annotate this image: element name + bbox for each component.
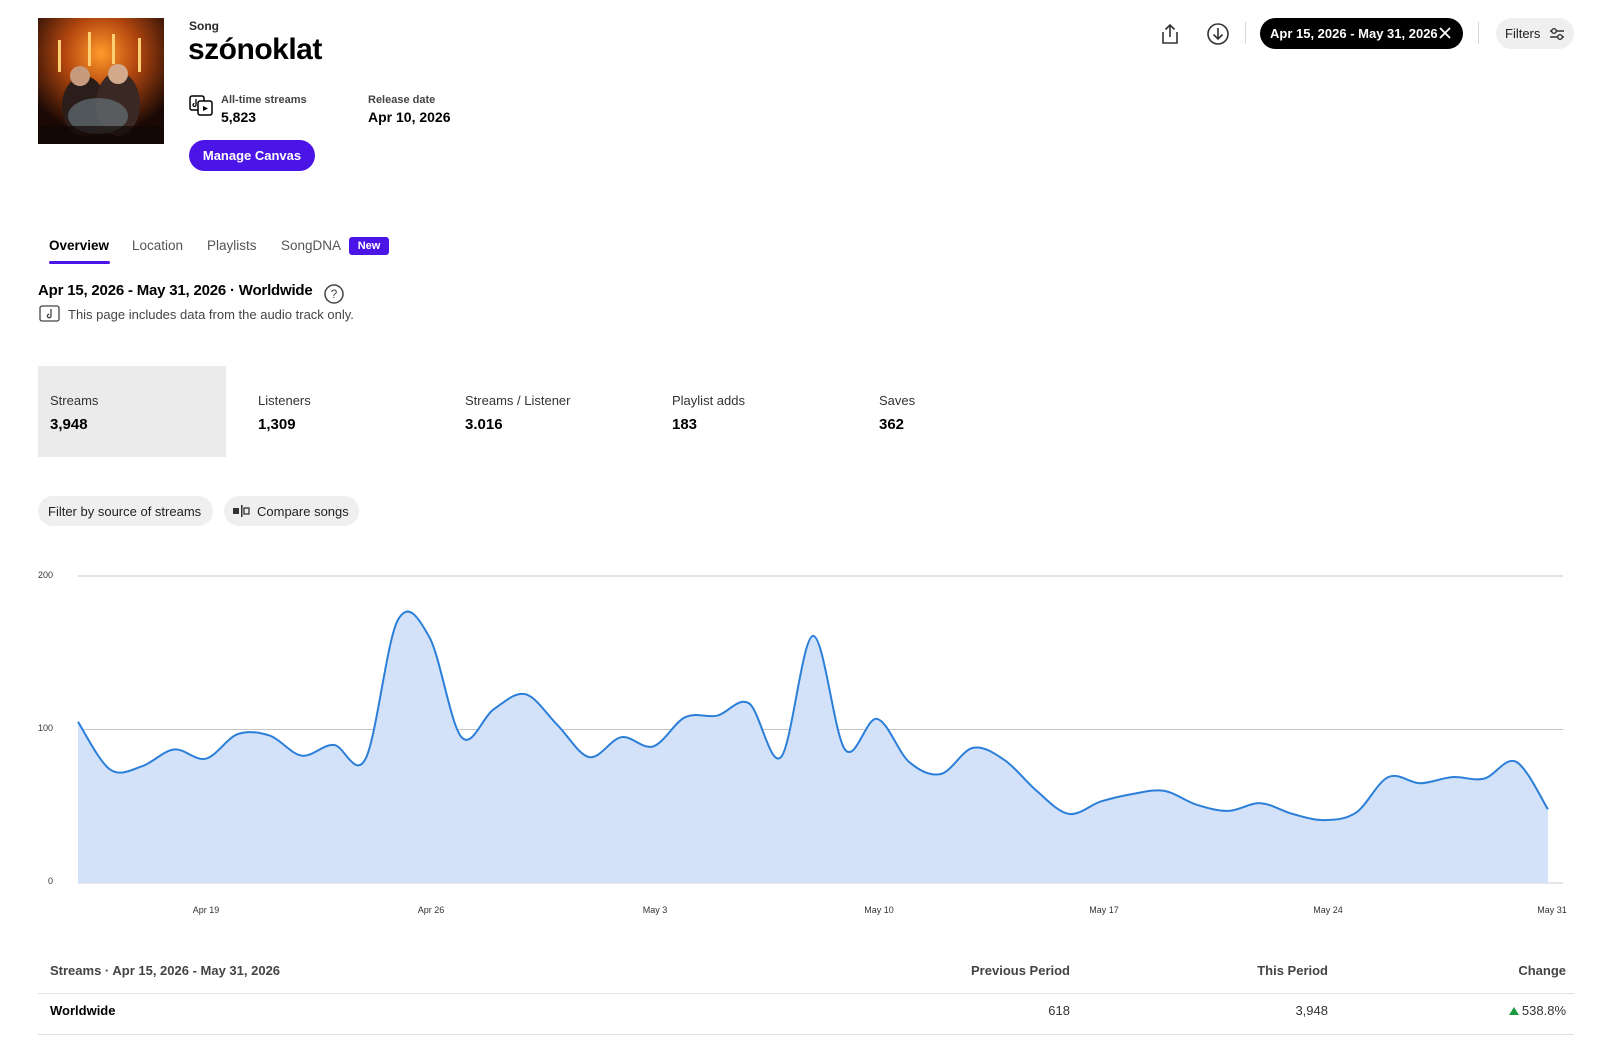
data-point-May 22[interactable] — [1254, 797, 1266, 809]
data-point-Apr 29[interactable] — [519, 688, 531, 700]
data-point-Apr 24[interactable] — [360, 753, 372, 765]
data-point-May 30[interactable] — [1510, 756, 1522, 768]
table-row-this: 3,948 — [1295, 1003, 1328, 1018]
data-point-May 9[interactable] — [839, 744, 851, 756]
data-point-Apr 16[interactable] — [104, 763, 116, 775]
data-point-May 17[interactable] — [1095, 796, 1107, 808]
table-title: Streams · Apr 15, 2026 - May 31, 2026 — [50, 963, 281, 978]
data-point-May 15[interactable] — [1031, 785, 1043, 797]
data-point-May 10[interactable] — [871, 713, 883, 725]
data-point-Apr 21[interactable] — [264, 730, 276, 742]
data-point-Apr 28[interactable] — [487, 704, 499, 716]
data-point-May 11[interactable] — [903, 756, 915, 768]
data-point-Apr 15[interactable] — [72, 716, 84, 728]
data-point-May 13[interactable] — [967, 742, 979, 754]
data-point-May 29[interactable] — [1478, 773, 1490, 785]
data-point-Apr 17[interactable] — [136, 760, 148, 772]
data-point-May 1[interactable] — [583, 751, 595, 763]
data-point-Apr 23[interactable] — [328, 739, 340, 751]
streams-chart — [72, 575, 1563, 884]
table-divider — [38, 1034, 1574, 1035]
table-row-change: 538.8% — [1508, 1003, 1566, 1018]
trend-up-icon — [1508, 1006, 1519, 1015]
data-point-Apr 18[interactable] — [168, 744, 180, 756]
data-point-Apr 20[interactable] — [232, 728, 244, 740]
table-divider — [38, 993, 1574, 994]
data-point-Apr 25[interactable] — [392, 615, 404, 627]
data-point-May 4[interactable] — [679, 711, 691, 723]
data-point-May 27[interactable] — [1414, 777, 1426, 789]
table-row-previous: 618 — [1048, 1003, 1070, 1018]
data-point-May 2[interactable] — [615, 731, 627, 743]
data-point-May 24[interactable] — [1318, 814, 1330, 826]
x-tick-label: May 17 — [1089, 905, 1119, 915]
data-point-May 3[interactable] — [647, 740, 659, 752]
x-tick-label: May 3 — [642, 905, 668, 915]
data-point-May 20[interactable] — [1191, 799, 1203, 811]
column-this-period: This Period — [1257, 963, 1328, 978]
data-point-Apr 30[interactable] — [551, 719, 563, 731]
x-tick-label: May 24 — [1313, 905, 1343, 915]
data-point-May 16[interactable] — [1063, 808, 1075, 820]
data-point-May 19[interactable] — [1159, 785, 1171, 797]
change-value: 538.8% — [1521, 1003, 1566, 1018]
data-point-May 18[interactable] — [1127, 788, 1139, 800]
streams-area — [78, 611, 1548, 883]
data-point-May 28[interactable] — [1446, 771, 1458, 783]
data-point-May 23[interactable] — [1286, 808, 1298, 820]
data-point-May 7[interactable] — [775, 751, 787, 763]
data-point-May 21[interactable] — [1222, 805, 1234, 817]
data-point-May 12[interactable] — [935, 768, 947, 780]
x-tick-label: May 10 — [864, 905, 894, 915]
column-change: Change — [1518, 963, 1566, 978]
data-point-May 31[interactable] — [1542, 803, 1554, 815]
column-previous-period: Previous Period — [971, 963, 1070, 978]
x-tick-label: Apr 26 — [417, 905, 445, 915]
x-tick-label: Apr 19 — [192, 905, 220, 915]
data-point-Apr 27[interactable] — [456, 731, 468, 743]
data-point-May 14[interactable] — [999, 754, 1011, 766]
data-point-May 8[interactable] — [807, 630, 819, 642]
data-point-Apr 19[interactable] — [200, 753, 212, 765]
data-point-May 25[interactable] — [1350, 806, 1362, 818]
x-tick-label: May 31 — [1537, 905, 1567, 915]
data-point-May 26[interactable] — [1382, 771, 1394, 783]
data-point-May 6[interactable] — [743, 697, 755, 709]
data-point-Apr 22[interactable] — [296, 750, 308, 762]
data-point-Apr 26[interactable] — [424, 631, 436, 643]
data-point-May 5[interactable] — [711, 710, 723, 722]
table-row-region: Worldwide — [50, 1003, 116, 1018]
